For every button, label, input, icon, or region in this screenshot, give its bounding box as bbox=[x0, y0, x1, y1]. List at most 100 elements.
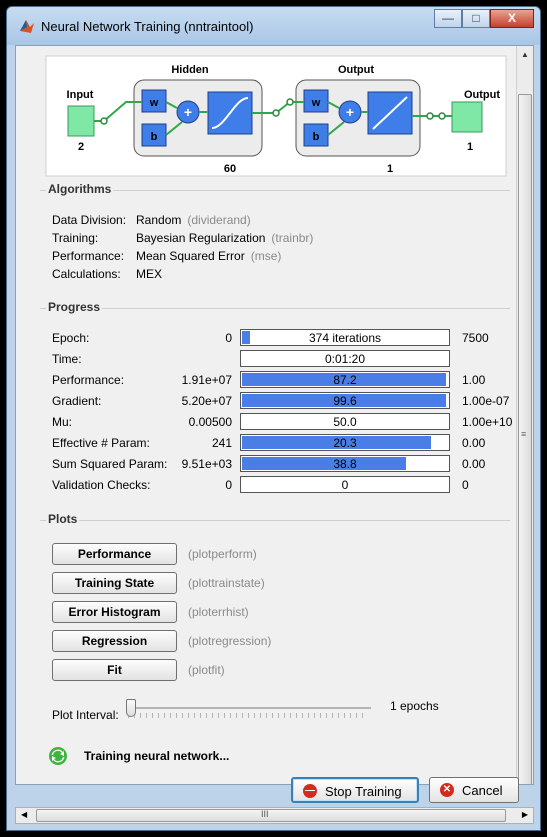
input-block bbox=[67, 105, 95, 137]
output-layer-size: 1 bbox=[387, 163, 393, 175]
progress-title: Progress bbox=[46, 300, 103, 314]
progress-value: 0:01:20 bbox=[324, 352, 366, 366]
fit-plot-button[interactable]: Fit bbox=[52, 659, 177, 681]
slider-handle[interactable] bbox=[126, 699, 136, 717]
window-title: Neural Network Training (nntraintool) bbox=[41, 19, 254, 34]
progress-bar: 374 iterations bbox=[240, 329, 450, 346]
hidden-bias-label: b bbox=[151, 131, 158, 143]
progress-panel: Progress Epoch: 0 374 iterations 7500 Time: 0… bbox=[40, 300, 512, 504]
algo-key: Performance: bbox=[52, 249, 125, 263]
scroll-right-icon[interactable]: ▶ bbox=[522, 810, 528, 819]
algorithms-panel: Algorithms Data Division: Random (dividera… bbox=[40, 182, 510, 300]
plot-function: (ploterrhist) bbox=[188, 605, 249, 619]
progress-label: Effective # Param: bbox=[52, 436, 150, 450]
training-state-plot-button[interactable]: Training State bbox=[52, 572, 177, 594]
algo-row-performance: Performance: Mean Squared Error (mse) bbox=[52, 249, 281, 263]
progress-value: 38.8 bbox=[333, 457, 357, 471]
nntraintool-window: Neural Network Training (nntraintool) — … bbox=[6, 6, 541, 831]
algo-value: Mean Squared Error bbox=[136, 249, 245, 263]
progress-start-value: 0.00500 bbox=[188, 415, 232, 429]
hidden-weight-label: w bbox=[149, 97, 159, 109]
progress-bar: 38.8 bbox=[240, 455, 450, 472]
algo-row-calculations: Calculations: MEX bbox=[52, 267, 168, 281]
horizontal-scrollbar[interactable]: ◀ III ▶ bbox=[15, 807, 534, 824]
horizontal-scroll-thumb[interactable] bbox=[36, 809, 506, 822]
algo-value: Random bbox=[136, 213, 182, 227]
scroll-grip-icon: ≡ bbox=[521, 429, 527, 439]
slider-track bbox=[126, 707, 371, 709]
client-area: Input 2 Hidden w b + 60 Output w b + 1 O… bbox=[15, 45, 534, 785]
minimize-button[interactable]: — bbox=[434, 9, 462, 28]
plot-interval-value: 1 epochs bbox=[390, 699, 439, 713]
progress-start-value: 0 bbox=[225, 331, 232, 345]
progress-row-epoch: Epoch: 0 374 iterations 7500 bbox=[52, 329, 522, 347]
hidden-sum-symbol: + bbox=[184, 104, 192, 120]
output-block bbox=[451, 101, 483, 133]
progress-end-value: 0.00 bbox=[462, 457, 486, 471]
algo-value: MEX bbox=[136, 267, 163, 281]
algorithms-title: Algorithms bbox=[46, 182, 114, 196]
output-layer-label: Output bbox=[338, 64, 374, 76]
progress-label: Sum Squared Param: bbox=[52, 457, 168, 471]
progress-bar: 99.6 bbox=[240, 392, 450, 409]
progress-bar: 0 bbox=[240, 476, 450, 493]
progress-end-value: 1.00e-07 bbox=[462, 394, 510, 408]
output-sum-symbol: + bbox=[346, 104, 354, 120]
progress-row-time: Time: 0:01:20 bbox=[52, 350, 522, 368]
progress-row-mu: Mu: 0.00500 50.0 1.00e+10 bbox=[52, 413, 522, 431]
plot-function: (plotfit) bbox=[188, 663, 225, 677]
maximize-button[interactable]: □ bbox=[462, 9, 490, 28]
progress-value: 20.3 bbox=[333, 436, 357, 450]
vertical-scrollbar[interactable]: ▲ ≡ bbox=[516, 46, 533, 784]
plots-title: Plots bbox=[46, 512, 80, 526]
algo-row-training: Training: Bayesian Regularization (trainbr… bbox=[52, 231, 313, 245]
algo-value: Bayesian Regularization bbox=[136, 231, 266, 245]
stop-training-button[interactable]: — Stop Training bbox=[291, 777, 419, 803]
network-diagram: Input 2 Hidden w b + 60 Output w b + 1 O… bbox=[40, 50, 510, 178]
progress-label: Time: bbox=[52, 352, 82, 366]
progress-value: 50.0 bbox=[333, 415, 357, 429]
algo-function: (dividerand) bbox=[187, 213, 251, 227]
cancel-button[interactable]: ✕ Cancel bbox=[429, 777, 519, 803]
progress-end-value: 1.00 bbox=[462, 373, 486, 387]
algo-function: (trainbr) bbox=[271, 231, 314, 245]
progress-end-value: 1.00e+10 bbox=[462, 415, 513, 429]
performance-plot-button[interactable]: Performance bbox=[52, 543, 177, 565]
refresh-spinner-icon bbox=[49, 747, 67, 765]
close-button[interactable]: X bbox=[490, 9, 534, 28]
progress-row-sum-squared-param: Sum Squared Param: 9.51e+03 38.8 0.00 bbox=[52, 455, 522, 473]
vertical-scroll-thumb[interactable] bbox=[518, 94, 532, 784]
title-bar[interactable]: Neural Network Training (nntraintool) — … bbox=[7, 7, 540, 45]
progress-bar: 20.3 bbox=[240, 434, 450, 451]
progress-start-value: 0 bbox=[225, 478, 232, 492]
progress-end-value: 0 bbox=[462, 478, 469, 492]
scroll-up-icon[interactable]: ▲ bbox=[521, 50, 529, 59]
progress-label: Mu: bbox=[52, 415, 73, 429]
progress-end-value: 7500 bbox=[462, 331, 489, 345]
plots-panel: Plots Performance (plotperform) Training… bbox=[40, 512, 510, 740]
output-bias-label: b bbox=[313, 131, 320, 143]
progress-label: Gradient: bbox=[52, 394, 102, 408]
algo-row-data-division: Data Division: Random (dividerand) bbox=[52, 213, 251, 227]
regression-plot-button[interactable]: Regression bbox=[52, 630, 177, 652]
scroll-left-icon[interactable]: ◀ bbox=[21, 810, 27, 819]
progress-start-value: 241 bbox=[211, 436, 232, 450]
error-histogram-plot-button[interactable]: Error Histogram bbox=[52, 601, 177, 623]
algo-key: Data Division: bbox=[52, 213, 127, 227]
progress-value: 374 iterations bbox=[308, 331, 382, 345]
window-controls: — □ X bbox=[434, 9, 534, 28]
hidden-size: 60 bbox=[224, 163, 236, 175]
progress-bar: 50.0 bbox=[240, 413, 450, 430]
algo-key: Calculations: bbox=[52, 267, 121, 281]
progress-bar: 87.2 bbox=[240, 371, 450, 388]
plot-interval-slider[interactable] bbox=[126, 693, 376, 723]
algo-key: Training: bbox=[52, 231, 99, 245]
progress-label: Performance: bbox=[52, 373, 125, 387]
slider-ticks bbox=[128, 713, 368, 718]
matlab-logo-icon bbox=[20, 20, 34, 33]
cancel-label: Cancel bbox=[462, 783, 503, 798]
progress-start-value: 5.20e+07 bbox=[181, 394, 232, 408]
progress-value: 87.2 bbox=[333, 373, 357, 387]
stop-icon: — bbox=[303, 784, 317, 798]
progress-label: Epoch: bbox=[52, 331, 90, 345]
